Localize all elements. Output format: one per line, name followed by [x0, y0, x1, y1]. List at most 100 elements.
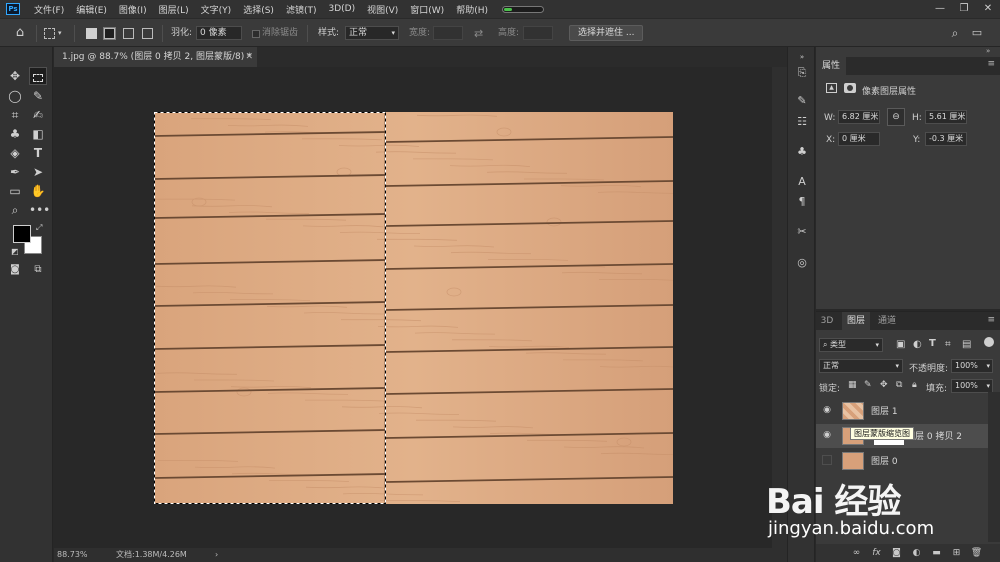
home-icon[interactable]: ⌂ [11, 24, 29, 42]
delete-layer-icon[interactable]: 🗑︎ [970, 547, 983, 560]
swap-icon[interactable]: ⇄ [474, 26, 483, 41]
menu-file[interactable]: 文件(F) [28, 3, 70, 16]
collapse-strip-icon[interactable]: » [794, 49, 810, 65]
link-layers-icon[interactable]: ∞ [850, 547, 863, 560]
visibility-toggle-off[interactable] [822, 455, 832, 465]
x-prop-field[interactable]: 0 厘米 [838, 132, 880, 146]
filter-shape-icon[interactable]: ⌗ [945, 339, 951, 350]
path-select-tool-icon[interactable]: ➤ [29, 163, 47, 181]
visibility-eye-icon[interactable]: ◉ [822, 405, 832, 415]
brush-settings-icon[interactable]: ✎ [794, 93, 810, 109]
subtract-selection-icon[interactable] [123, 28, 134, 39]
lock-artboard-icon[interactable]: ⧉ [896, 380, 902, 390]
more-tools-icon[interactable]: ••• [29, 201, 50, 219]
menu-image[interactable]: 图像(I) [113, 3, 153, 16]
character-icon[interactable]: A [794, 174, 810, 190]
menu-filter[interactable]: 滤镜(T) [280, 3, 323, 16]
pen-tool-icon[interactable]: ✒ [6, 163, 24, 181]
new-group-icon[interactable]: ▬ [930, 547, 943, 560]
lasso-tool-icon[interactable]: ◯ [6, 87, 24, 105]
tool-presets-icon[interactable]: ✂ [794, 224, 810, 240]
layers-menu-icon[interactable]: ≡ [987, 315, 995, 325]
close-window-button[interactable]: ✕ [976, 0, 1000, 18]
stamp-tool-icon[interactable]: ♣ [6, 125, 24, 143]
link-icon[interactable]: ⊖ [887, 108, 905, 126]
paragraph-icon[interactable]: ¶ [794, 194, 810, 210]
height-prop-field[interactable]: 5.61 厘米 [925, 110, 967, 124]
restore-button[interactable]: ❐ [952, 0, 976, 18]
y-prop-field[interactable]: -0.3 厘米 [925, 132, 967, 146]
tab-channels[interactable]: 通道 [874, 312, 900, 330]
adjustments-icon[interactable]: ☷ [794, 114, 810, 130]
width-input[interactable] [433, 26, 463, 40]
feather-input[interactable]: 0 像素 [196, 26, 242, 40]
minimize-button[interactable]: — [928, 0, 952, 18]
zoom-level[interactable]: 88.73% [57, 548, 88, 562]
quick-mask-icon[interactable]: ◙ [6, 261, 24, 279]
marquee-preset-icon[interactable] [44, 28, 55, 39]
layer-thumbnail[interactable] [842, 402, 864, 420]
visibility-eye-icon[interactable]: ◉ [822, 430, 832, 440]
lock-pixels-icon[interactable]: ✎ [864, 380, 872, 390]
layer-filter-select[interactable]: ⌕ 类型 ▾ [819, 338, 883, 352]
move-tool-icon[interactable]: ✥ [6, 67, 24, 85]
search-icon[interactable]: ⌕ [946, 24, 964, 42]
style-select[interactable]: 正常 ▾ [345, 26, 399, 40]
preset-arrow-icon[interactable]: ▾ [58, 26, 62, 41]
screen-mode-icon[interactable]: ⧉ [29, 261, 47, 279]
blend-mode-select[interactable]: 正常 ▾ [819, 359, 903, 373]
zoom-tool-icon[interactable]: ⌕ [6, 201, 24, 219]
history-icon[interactable]: ⎘ [794, 65, 810, 81]
workspace-icon[interactable]: ▭ [968, 24, 986, 42]
adjustment-layer-icon[interactable]: ◐ [910, 547, 923, 560]
crop-tool-icon[interactable]: ⌗ [6, 106, 24, 124]
menu-edit[interactable]: 编辑(E) [70, 3, 113, 16]
layer-row[interactable]: ◉ 图层 1 [816, 399, 988, 423]
collapse-panel-icon[interactable]: » [986, 47, 990, 55]
lock-transparency-icon[interactable]: ▦ [848, 380, 857, 390]
lock-position-icon[interactable]: ✥ [880, 380, 888, 390]
layer-thumbnail[interactable] [842, 452, 864, 470]
menu-type[interactable]: 文字(Y) [195, 3, 238, 16]
filter-toggle-icon[interactable] [984, 337, 994, 347]
menu-view[interactable]: 视图(V) [361, 3, 404, 16]
hand-tool-icon[interactable]: ✋ [29, 182, 47, 200]
quick-select-tool-icon[interactable]: ✎ [29, 87, 47, 105]
add-selection-icon[interactable] [103, 27, 116, 40]
type-tool-icon[interactable]: T [29, 144, 47, 162]
menu-select[interactable]: 选择(S) [237, 3, 280, 16]
width-prop-field[interactable]: 6.82 厘米 [838, 110, 880, 124]
tab-properties[interactable]: 属性 [816, 57, 846, 75]
menu-help[interactable]: 帮助(H) [450, 3, 494, 16]
fill-field[interactable]: 100% ▾ [951, 379, 993, 393]
filter-pixel-icon[interactable]: ▣ [896, 339, 905, 350]
new-layer-icon[interactable]: ⊞ [950, 547, 963, 560]
swap-colors-icon[interactable]: ⤢ [36, 223, 42, 233]
close-tab-icon[interactable]: ✕ [245, 47, 253, 67]
layer-name[interactable]: 图层 1 [871, 404, 898, 417]
filter-adjustment-icon[interactable]: ◐ [913, 339, 922, 350]
intersect-selection-icon[interactable] [142, 28, 153, 39]
eraser-tool-icon[interactable]: ◧ [29, 125, 47, 143]
mask-icon[interactable] [844, 83, 856, 93]
layer-name[interactable]: 图层 0 拷贝 2 [906, 429, 962, 442]
height-input[interactable] [523, 26, 553, 40]
select-and-mask-button[interactable]: 选择并遮住 ... [569, 25, 644, 41]
opacity-field[interactable]: 100% ▾ [951, 359, 993, 373]
clone-source-icon[interactable]: ♣ [794, 144, 810, 160]
foreground-color-swatch[interactable] [13, 225, 31, 243]
add-mask-icon[interactable]: ◙ [890, 547, 903, 560]
tab-3d[interactable]: 3D [816, 312, 838, 330]
status-menu-arrow[interactable]: › [215, 548, 218, 562]
new-selection-icon[interactable] [86, 28, 97, 39]
lock-all-icon[interactable]: 🔒︎ [912, 380, 917, 390]
libraries-icon[interactable]: ◎ [794, 255, 810, 271]
wood-image-canvas[interactable] [154, 112, 673, 504]
document-tab[interactable]: 1.jpg @ 88.7% (图层 0 拷贝 2, 图层蒙版/8) * ✕ [54, 47, 257, 67]
marquee-tool-icon[interactable] [29, 67, 47, 85]
layer-row[interactable]: 图层 0 [816, 449, 988, 473]
menu-window[interactable]: 窗口(W) [404, 3, 450, 16]
rectangle-tool-icon[interactable]: ▭ [6, 182, 24, 200]
antialias-checkbox[interactable] [252, 30, 260, 38]
menu-3d[interactable]: 3D(D) [322, 4, 361, 14]
